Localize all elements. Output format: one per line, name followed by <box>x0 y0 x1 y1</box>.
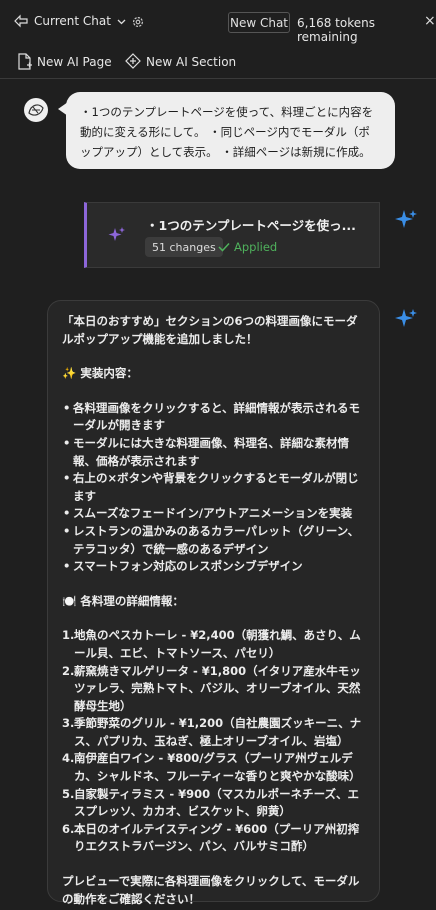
header-bar: Current Chat New Chat 6,168 tokens remai… <box>0 0 436 44</box>
list-number: 4. <box>62 751 75 766</box>
list-item: 各料理画像をクリックすると、詳細情報が表示されるモーダルが開きます <box>63 400 365 435</box>
new-ai-page-label: New AI Page <box>37 55 112 69</box>
list-item: モーダルには大きな料理画像、料理名、詳細な素材情報、価格が表示されます <box>63 435 365 470</box>
new-chat-button[interactable]: New Chat <box>228 12 290 33</box>
sparkle-icon <box>108 227 125 241</box>
list-item-text: 本日のオイルテイスティング - ¥600（プーリア州初搾りエクストラバージン、パ… <box>74 821 360 854</box>
chevron-down-icon <box>117 19 126 24</box>
list-item: 1. 地魚のペスカトーレ - ¥2,400（朝獲れ鯛、あさり、ムール貝、エビ、トマ… <box>62 627 365 662</box>
new-page-icon <box>18 53 32 70</box>
list-number: 5. <box>62 786 75 801</box>
list-item-text: 季節野菜のグリル - ¥1,200（自社農園ズッキーニ、ナス、パプリカ、玉ねぎ、… <box>74 716 362 748</box>
list-item-text: 自家製ティラミス - ¥900（マスカルポーネチーズ、エスプレッソ、カカオ、ビス… <box>74 786 360 819</box>
list-number: 3. <box>62 716 75 731</box>
list-item-text: 薪窯焼きマルゲリータ - ¥1,800（イタリア産水牛モッツァレラ、完熟トマト、… <box>74 663 361 713</box>
sparkle-icon <box>395 309 417 327</box>
new-ai-section-button[interactable]: New AI Section <box>124 53 236 71</box>
impl-list: 各料理画像をクリックすると、詳細情報が表示されるモーダルが開きます モーダルには… <box>62 400 365 576</box>
new-section-icon <box>125 53 141 69</box>
list-item-text: 地魚のペスカトーレ - ¥2,400（朝獲れ鯛、あさり、ムール貝、エビ、トマトソ… <box>74 628 361 660</box>
list-item: 右上の×ボタンや背景をクリックするとモーダルが閉じます <box>63 470 365 505</box>
detail-heading: 🍽️ 各料理の詳細情報： <box>62 593 184 608</box>
toolbar: New AI Page New AI Section <box>0 44 436 79</box>
user-avatar <box>24 98 48 122</box>
close-icon[interactable]: × <box>424 13 436 29</box>
list-item-text: 南伊産白ワイン - ¥800/グラス（プーリア州ヴェルデカ、シャルドネ、フルーテ… <box>74 751 361 784</box>
new-ai-page-button[interactable]: New AI Page <box>17 53 112 71</box>
list-item: 3. 季節野菜のグリル - ¥1,200（自社農園ズッキーニ、ナス、パプリカ、玉ね… <box>62 715 365 750</box>
new-ai-section-label: New AI Section <box>146 55 237 69</box>
gear-icon[interactable] <box>131 15 145 29</box>
ai-message: 「本日のおすすめ」セクションの6つの料理画像にモーダルポップアップ機能を追加しま… <box>47 300 380 906</box>
list-item: スムーズなフェードイン/アウトアニメーションを実装 <box>63 505 365 523</box>
list-item: レストランの温かみのあるカラーパレット（グリーン、テラコッタ）で統一感のあるデザ… <box>63 523 365 558</box>
ai-outro: プレビューで実際に各料理画像をクリックして、モーダルの動作をご確認ください！ <box>62 874 360 906</box>
user-message: ・1つのテンプレートページを使って、料理ごとに内容を動的に変える形にして。 ・同… <box>58 92 395 169</box>
list-number: 2. <box>62 663 75 678</box>
impl-heading: ✨ 実装内容： <box>62 366 138 381</box>
chat-selector-label: Current Chat <box>34 14 111 28</box>
ai-intro: 「本日のおすすめ」セクションの6つの料理画像にモーダルポップアップ機能を追加しま… <box>62 314 358 346</box>
list-item: 4. 南伊産白ワイン - ¥800/グラス（プーリア州ヴェルデカ、シャルドネ、フル… <box>62 750 365 785</box>
chat-selector[interactable]: Current Chat <box>14 14 126 28</box>
applied-status: Applied <box>218 240 277 254</box>
tokens-remaining: 6,168 tokens remaining <box>297 16 375 44</box>
list-number: 1. <box>62 628 75 643</box>
changes-card-title: ・1つのテンプレートページを使っ... <box>146 218 356 233</box>
list-number: 6. <box>62 821 75 836</box>
list-item: 5. 自家製ティラミス - ¥900（マスカルポーネチーズ、エスプレッソ、カカオ、… <box>62 786 365 821</box>
list-item: 2. 薪窯焼きマルゲリータ - ¥1,800（イタリア産水牛モッツァレラ、完熟トマ… <box>62 663 365 716</box>
applied-label: Applied <box>234 240 278 254</box>
check-icon <box>218 242 230 252</box>
changes-count-badge: 51 changes <box>145 237 223 257</box>
list-item: 6. 本日のオイルテイスティング - ¥600（プーリア州初搾りエクストラバージン… <box>62 821 365 856</box>
changes-card[interactable]: ・1つのテンプレートページを使っ... 51 changes Applied <box>84 202 380 268</box>
detail-list: 1. 地魚のペスカトーレ - ¥2,400（朝獲れ鯛、あさり、ムール貝、エビ、トマ… <box>62 627 365 856</box>
sparkle-icon <box>395 210 417 228</box>
chat-list-icon <box>14 14 28 28</box>
list-item: スマートフォン対応のレスポンシブデザイン <box>63 558 365 576</box>
